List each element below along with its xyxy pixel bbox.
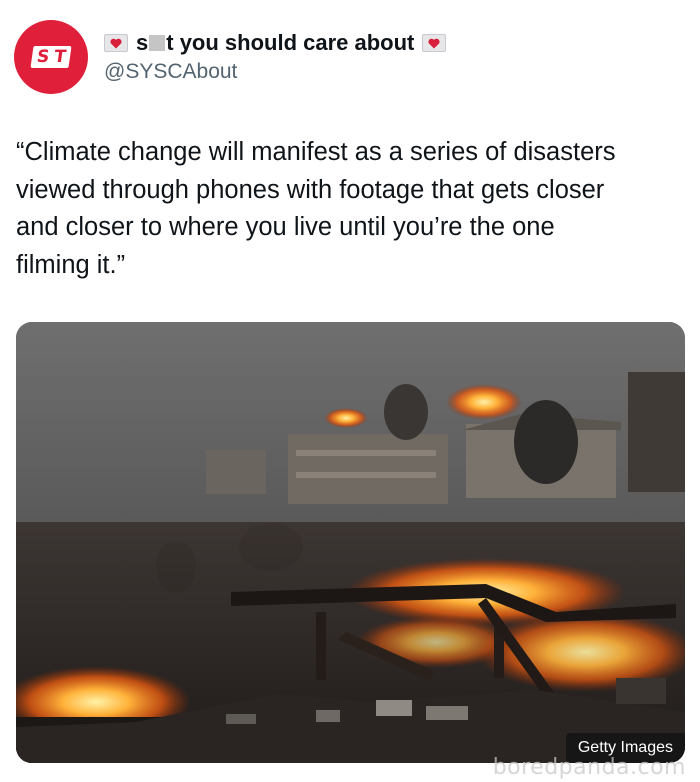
avatar-logo: S T [30,46,72,68]
tweet-card: S T st you should care about @SYSCAbout … [0,0,700,782]
wildfire-photo [16,322,685,763]
avatar[interactable]: S T [14,20,88,94]
tweet-text: “Climate change will manifest as a serie… [16,138,616,279]
heart-emoji-icon [104,34,128,52]
display-name-row[interactable]: s t you should care about [104,30,447,56]
user-handle[interactable]: @SYSCAbout [104,60,237,84]
heart-emoji-icon [422,34,447,52]
tweet-media[interactable]: Getty Images [16,322,685,763]
censor-block [149,35,166,51]
display-name-end: t you should care about [166,30,415,55]
display-name: s t you should care about [136,30,414,56]
boredpanda-watermark: boredpanda.com [492,755,686,780]
display-name-start: s [136,30,149,55]
